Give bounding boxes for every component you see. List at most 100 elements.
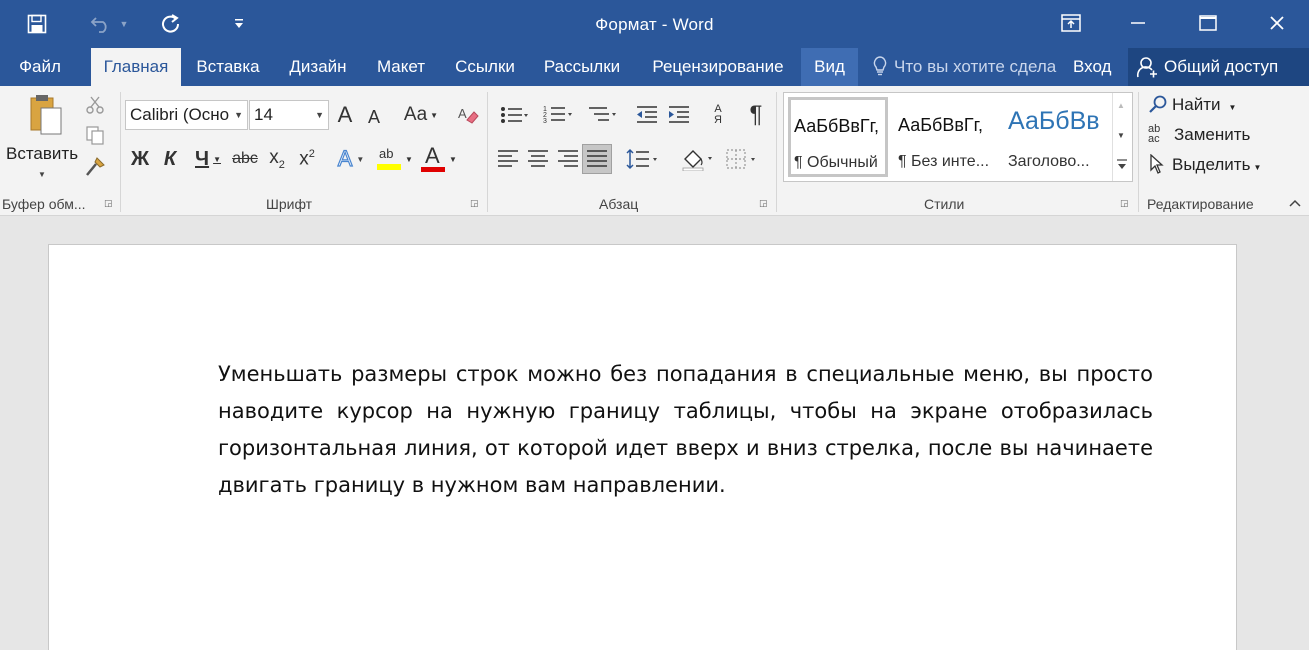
replace-button[interactable]: ab ac Заменить	[1148, 124, 1250, 145]
window-title: Формат - Word	[595, 15, 714, 34]
styles-group-label: Стили	[924, 196, 965, 212]
dialog-launcher-icon: ◲	[759, 198, 768, 208]
select-button[interactable]: Выделить ▼	[1148, 153, 1262, 175]
more-icon	[1117, 159, 1127, 169]
increase-indent-button[interactable]	[664, 100, 694, 130]
font-name-combo[interactable]: Calibri (Осно ▼	[125, 100, 248, 130]
tab-design[interactable]: Дизайн	[280, 48, 356, 86]
paint-bucket-icon	[682, 150, 712, 171]
cut-button[interactable]	[82, 92, 108, 118]
text-effects-button[interactable]: A ▼	[332, 144, 370, 174]
style-heading-1[interactable]: АаБбВв Заголово...	[1002, 97, 1102, 177]
pilcrow-icon: ¶	[749, 101, 763, 128]
grow-font-button[interactable]: A	[333, 100, 357, 130]
maximize-button[interactable]	[1185, 6, 1231, 40]
tab-home[interactable]: Главная	[91, 48, 181, 86]
bold-button[interactable]: Ж	[128, 144, 152, 174]
paste-dropdown[interactable]: ▼	[38, 170, 46, 179]
italic-button[interactable]: К	[158, 144, 182, 174]
align-right-button[interactable]	[554, 144, 582, 174]
tab-view[interactable]: Вид	[801, 48, 858, 86]
svg-text:3: 3	[543, 118, 547, 125]
styles-launcher[interactable]: ◲	[1120, 198, 1132, 210]
bullets-button[interactable]	[494, 100, 534, 130]
maximize-icon	[1199, 15, 1217, 31]
shading-button[interactable]	[676, 144, 720, 174]
font-size-value: 14	[254, 105, 273, 124]
tab-references[interactable]: Ссылки	[448, 48, 522, 86]
font-size-combo[interactable]: 14 ▼	[249, 100, 329, 130]
styles-more[interactable]	[1116, 157, 1128, 171]
chevron-down-icon: ▼	[449, 154, 457, 164]
numbering-button[interactable]: 1 2 3	[538, 100, 578, 130]
align-left-button[interactable]	[494, 144, 522, 174]
minimize-button[interactable]	[1115, 6, 1161, 40]
group-separator	[776, 92, 777, 212]
dialog-launcher-icon: ◲	[1120, 198, 1129, 208]
chevron-down-icon: ▼	[315, 110, 324, 120]
decrease-indent-button[interactable]	[632, 100, 662, 130]
chevron-down-icon: ▼	[356, 154, 365, 164]
replace-icon: ab ac	[1148, 123, 1161, 145]
highlight-button[interactable]: ab ▼	[374, 144, 416, 174]
chevron-down-icon: ▼	[1253, 163, 1262, 172]
tell-me-box[interactable]: Что вы хотите сдела	[872, 48, 1056, 86]
change-case-button[interactable]: Aa ▼	[400, 100, 442, 130]
shrink-font-icon: A	[367, 106, 380, 127]
paste-label[interactable]: Вставить	[6, 144, 78, 164]
font-color-button[interactable]: A ▼	[418, 143, 460, 174]
chevron-down-icon: ▼	[1228, 103, 1237, 112]
subscript-button[interactable]: x2	[264, 144, 290, 174]
format-painter-button[interactable]	[82, 154, 108, 180]
tab-insert[interactable]: Вставка	[190, 48, 266, 86]
styles-scroll-down[interactable]: ▼	[1117, 131, 1125, 140]
close-button[interactable]	[1254, 6, 1300, 40]
svg-text:A: A	[458, 106, 467, 121]
copy-icon	[86, 126, 104, 145]
tab-mailings[interactable]: Рассылки	[536, 48, 628, 86]
document-page[interactable]: Уменьшать размеры строк можно без попада…	[48, 244, 1237, 650]
paste-button[interactable]	[12, 92, 72, 138]
clipboard-launcher[interactable]: ◲	[104, 198, 116, 210]
share-button[interactable]: Общий доступ	[1128, 48, 1309, 86]
ribbon-display-options-button[interactable]	[1048, 6, 1094, 40]
chevron-down-icon: ▼	[38, 170, 46, 179]
find-button[interactable]: Найти ▼	[1148, 94, 1236, 115]
chevron-up-icon	[1289, 199, 1301, 207]
grow-font-icon: A	[337, 102, 353, 127]
find-label: Найти	[1172, 95, 1221, 114]
align-center-button[interactable]	[524, 144, 552, 174]
underline-button[interactable]: Ч ▼	[190, 144, 226, 174]
style-name: Заголово...	[1008, 153, 1090, 170]
sign-in-link[interactable]: Вход	[1073, 48, 1111, 86]
multilevel-list-button[interactable]	[582, 100, 622, 130]
font-launcher[interactable]: ◲	[470, 198, 482, 210]
superscript-button[interactable]: x2	[294, 144, 320, 174]
borders-button[interactable]	[720, 144, 764, 174]
styles-scroll-up[interactable]: ▲	[1117, 101, 1125, 110]
align-right-icon	[558, 150, 578, 167]
collapse-ribbon-button[interactable]	[1288, 196, 1302, 210]
tab-file[interactable]: Файл	[4, 48, 76, 86]
line-spacing-button[interactable]	[620, 144, 664, 174]
paragraph-launcher[interactable]: ◲	[759, 198, 771, 210]
document-paragraph[interactable]: Уменьшать размеры строк можно без попада…	[218, 356, 1153, 504]
cursor-arrow-icon	[1150, 153, 1164, 174]
chevron-down-icon: ▼	[234, 110, 243, 120]
strikethrough-icon: abc	[232, 150, 258, 167]
sort-button[interactable]: А Я	[704, 100, 732, 130]
italic-icon: К	[163, 147, 177, 170]
show-formatting-button[interactable]: ¶	[742, 100, 770, 130]
strikethrough-button[interactable]: abc	[230, 144, 260, 174]
style-preview: АаБбВв	[1008, 107, 1100, 135]
font-group-label: Шрифт	[266, 196, 313, 212]
style-no-spacing[interactable]: АаБбВвГг, ¶ Без инте...	[892, 97, 992, 177]
tab-layout[interactable]: Макет	[366, 48, 436, 86]
clear-formatting-button[interactable]: A	[455, 100, 481, 130]
superscript-icon: x2	[299, 147, 315, 170]
tab-review[interactable]: Рецензирование	[642, 48, 794, 86]
justify-button[interactable]	[582, 144, 612, 174]
style-normal[interactable]: АаБбВвГг, ¶ Обычный	[788, 97, 888, 177]
shrink-font-button[interactable]: A	[362, 102, 386, 132]
copy-button[interactable]	[82, 122, 108, 148]
